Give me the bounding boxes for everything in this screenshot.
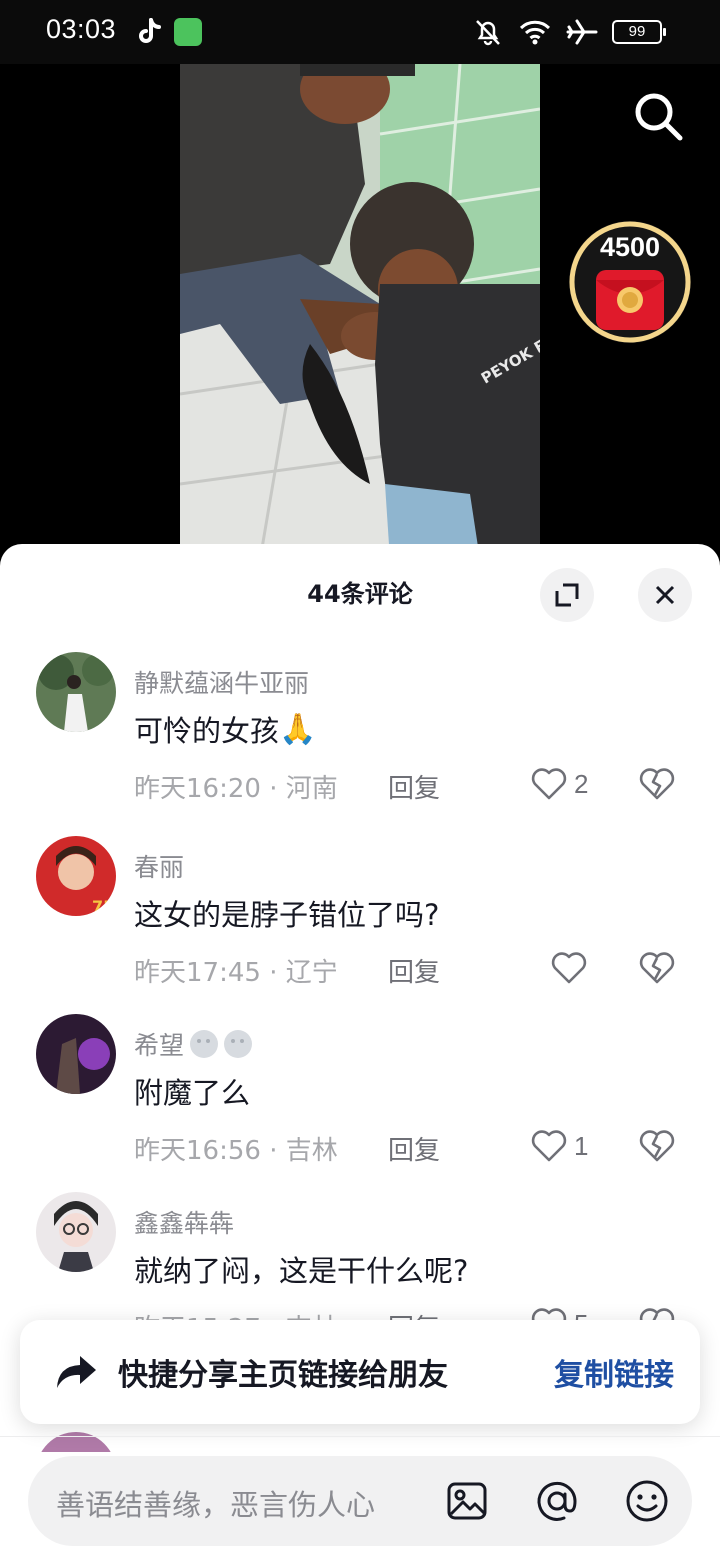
reply-button[interactable]: 回复 bbox=[388, 952, 440, 989]
comment-item: 75 春丽 这女的是脖子错位了吗? 昨天17:45 · 辽宁 回复 bbox=[0, 836, 720, 1006]
comment-input[interactable]: 善语结善缘，恶言伤人心 bbox=[28, 1456, 692, 1546]
comment-item: 希望 附魔了么 昨天16:56 · 吉林 回复 1 bbox=[0, 1014, 720, 1184]
quick-share-bar: 快捷分享主页链接给朋友 复制链接 bbox=[20, 1320, 700, 1424]
share-prompt-text: 快捷分享主页链接给朋友 bbox=[118, 1358, 448, 1393]
status-time: 03:03 bbox=[46, 14, 117, 44]
moon-emoji-icon bbox=[190, 1030, 253, 1058]
like-button[interactable]: 2 bbox=[530, 766, 588, 802]
comment-item: 静默蕴涵牛亚丽 可怜的女孩 🙏 昨天16:20 · 河南 回复 2 bbox=[0, 652, 720, 822]
like-count: 1 bbox=[574, 1130, 589, 1161]
next-comment-avatar-peek bbox=[36, 1432, 116, 1452]
avatar[interactable]: 75 bbox=[36, 836, 116, 916]
comment-time: 昨天17:45 bbox=[134, 958, 261, 988]
comment-input-placeholder: 善语结善缘，恶言伤人心 bbox=[56, 1488, 376, 1522]
mute-bell-icon bbox=[476, 20, 500, 46]
avatar[interactable] bbox=[36, 1192, 116, 1272]
comment-username[interactable]: 春丽 bbox=[134, 848, 184, 884]
reply-button[interactable]: 回复 bbox=[388, 768, 440, 805]
at-icon[interactable] bbox=[534, 1478, 580, 1524]
comment-username[interactable]: 鑫鑫犇犇 bbox=[134, 1204, 234, 1240]
comment-text: 这女的是脖子错位了吗? bbox=[134, 898, 440, 932]
meta-separator: · bbox=[269, 958, 286, 988]
comment-text-content: 可怜的女孩 bbox=[134, 714, 280, 748]
reward-red-packet[interactable]: 4500 bbox=[566, 218, 694, 346]
comment-location: 吉林 bbox=[285, 1136, 338, 1166]
broken-heart-icon bbox=[639, 952, 675, 984]
like-button[interactable]: 1 bbox=[530, 1128, 588, 1164]
like-count: 2 bbox=[574, 768, 589, 799]
pray-emoji: 🙏 bbox=[279, 711, 317, 747]
avatar-image bbox=[36, 1192, 116, 1272]
dislike-button[interactable] bbox=[638, 950, 676, 986]
comment-username[interactable]: 希望 bbox=[134, 1026, 254, 1062]
comment-time: 昨天16:56 bbox=[134, 1136, 261, 1166]
app-notification-icon bbox=[174, 18, 202, 46]
avatar-image bbox=[36, 652, 116, 732]
search-button[interactable] bbox=[630, 88, 686, 144]
avatar[interactable] bbox=[36, 652, 116, 732]
comment-username[interactable]: 静默蕴涵牛亚丽 bbox=[134, 664, 309, 700]
avatar[interactable] bbox=[36, 1014, 116, 1094]
meta-separator: · bbox=[269, 774, 286, 804]
comment-meta: 昨天16:56 · 吉林 bbox=[134, 1130, 338, 1167]
expand-icon bbox=[555, 583, 579, 607]
video-frame[interactable]: PEYOK EVERYDAY bbox=[180, 64, 540, 560]
reply-button[interactable]: 回复 bbox=[388, 1130, 440, 1167]
tiktok-notification-icon bbox=[139, 18, 161, 43]
comment-text: 附魔了么 bbox=[134, 1076, 251, 1110]
comment-location: 辽宁 bbox=[285, 958, 338, 988]
comment-time: 昨天16:20 bbox=[134, 774, 261, 804]
like-button[interactable] bbox=[550, 950, 594, 986]
broken-heart-icon bbox=[639, 1130, 675, 1162]
search-icon bbox=[635, 93, 683, 141]
svg-text:75: 75 bbox=[92, 897, 114, 916]
comment-meta: 昨天16:20 · 河南 bbox=[134, 768, 338, 805]
close-icon bbox=[655, 585, 675, 605]
video-scene-image: PEYOK EVERYDAY bbox=[180, 64, 540, 560]
heart-icon bbox=[531, 768, 567, 800]
image-icon[interactable] bbox=[444, 1478, 490, 1524]
status-right-group: 99 bbox=[472, 16, 666, 48]
comment-text: 可怜的女孩 🙏 bbox=[134, 708, 316, 750]
airplane-mode-icon bbox=[566, 19, 598, 45]
status-bar: 03:03 99 bbox=[0, 0, 720, 64]
broken-heart-icon bbox=[639, 768, 675, 800]
battery-indicator: 99 bbox=[612, 20, 666, 44]
avatar-image bbox=[36, 1014, 116, 1094]
copy-link-button[interactable]: 复制链接 bbox=[554, 1350, 674, 1394]
comment-text: 就纳了闷，这是干什么呢? bbox=[134, 1254, 469, 1288]
reward-amount: 4500 bbox=[599, 232, 661, 262]
dislike-button[interactable] bbox=[638, 1128, 676, 1164]
dislike-button[interactable] bbox=[638, 766, 676, 802]
heart-icon bbox=[531, 1130, 567, 1162]
comments-count-title: 44条评论 bbox=[307, 580, 413, 608]
divider bbox=[0, 1436, 720, 1437]
avatar-image: 75 bbox=[36, 836, 116, 916]
share-arrow-icon bbox=[57, 1356, 96, 1388]
meta-separator: · bbox=[269, 1136, 286, 1166]
comment-meta: 昨天17:45 · 辽宁 bbox=[134, 952, 338, 989]
close-button[interactable] bbox=[638, 568, 692, 622]
comment-username-text: 希望 bbox=[134, 1031, 185, 1060]
comment-location: 河南 bbox=[285, 774, 338, 804]
expand-button[interactable] bbox=[540, 568, 594, 622]
heart-icon bbox=[551, 952, 587, 984]
wifi-icon bbox=[519, 20, 551, 45]
emoji-icon[interactable] bbox=[624, 1478, 670, 1524]
